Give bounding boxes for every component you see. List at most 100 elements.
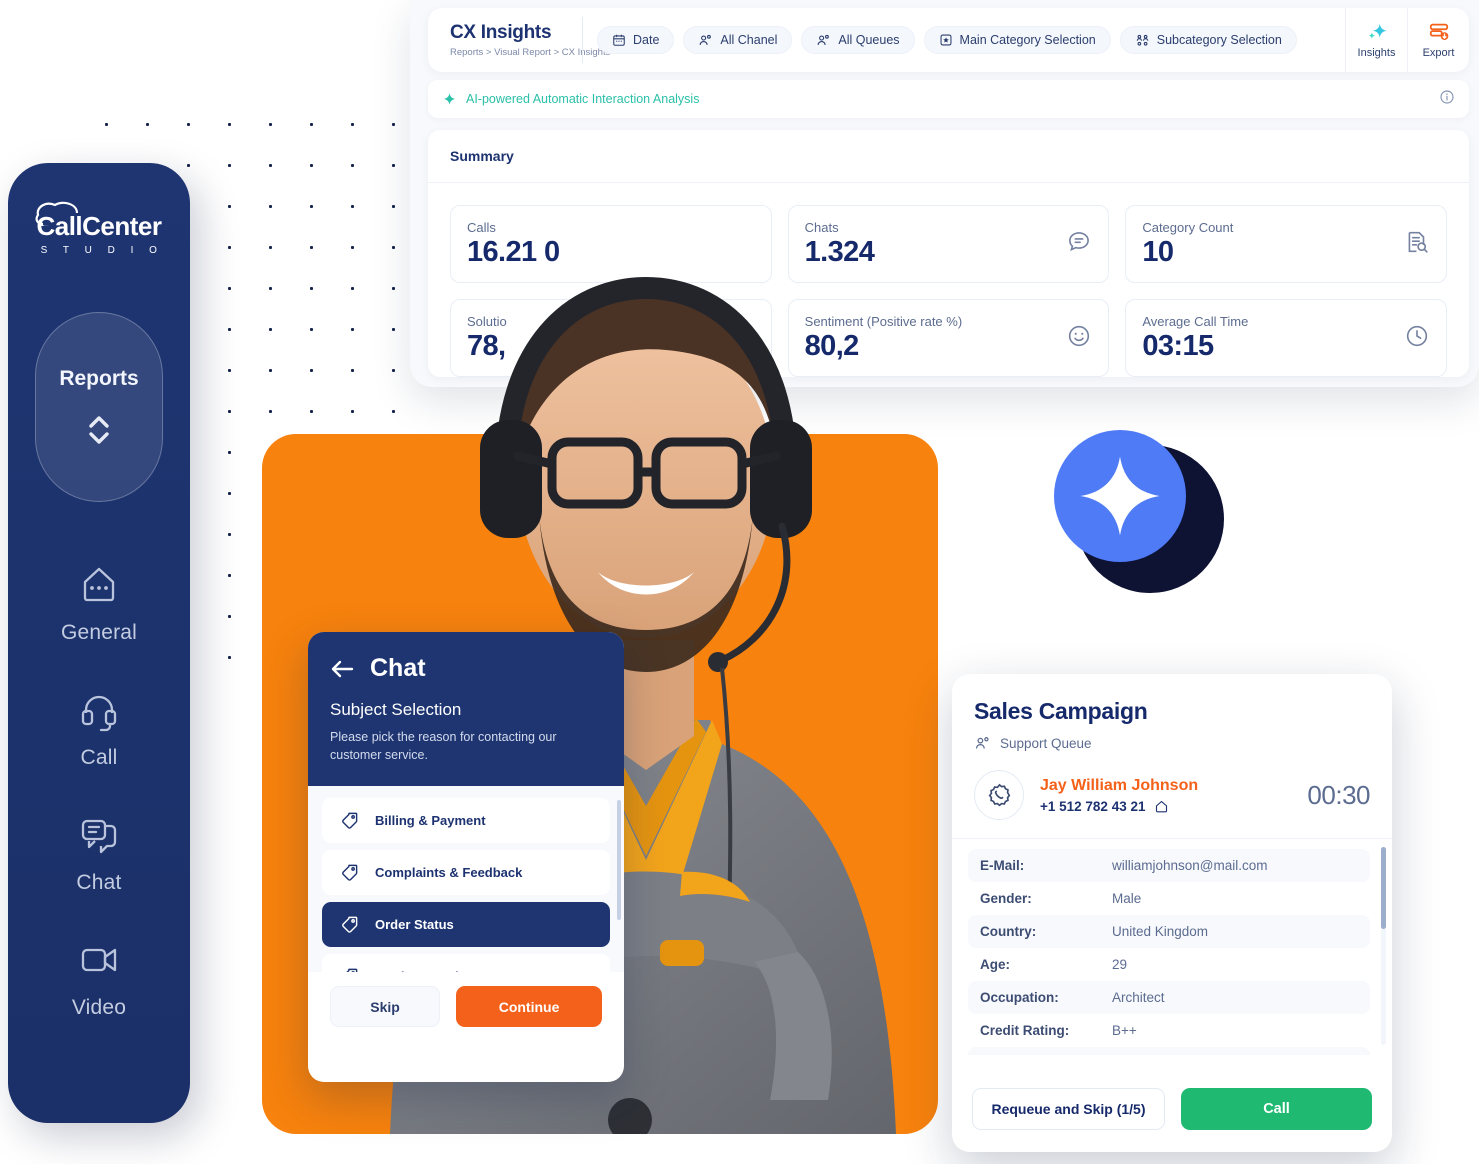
canvas: CX Insights Reports > Visual Report > CX… <box>0 0 1479 1164</box>
detail-value: B++ <box>1112 1023 1137 1038</box>
chat-description: Please pick the reason for contacting ou… <box>330 730 557 763</box>
document-search-icon <box>1404 229 1430 260</box>
chat-subject-label: Complaints & Feedback <box>375 865 523 881</box>
detail-value: Architect <box>1112 990 1165 1005</box>
chat-subject-list: Billing & Payment Complaints & Feedback … <box>308 786 624 973</box>
sales-campaign-panel: Sales Campaign Support Queue Jay William… <box>952 674 1392 1152</box>
sparkle-icon <box>443 92 456 105</box>
chat-subject-option[interactable]: Billing & Payment <box>322 798 610 844</box>
chat-subject-option-selected[interactable]: Order Status <box>322 902 610 948</box>
chat-header-row: Chat <box>330 654 602 683</box>
chat-subject-label: Billing & Payment <box>375 813 486 829</box>
clock-icon <box>1404 323 1430 354</box>
detail-key: Occupation: <box>980 990 1059 1005</box>
skip-button[interactable]: Skip <box>330 986 441 1028</box>
detail-scrollbar-thumb[interactable] <box>1381 847 1386 929</box>
caller-name: Jay William Johnson <box>1040 776 1199 794</box>
caller-phone: +1 512 782 43 21 <box>1040 798 1146 814</box>
sidebar-item-label: Call <box>80 746 118 769</box>
chat-widget-header: Chat Subject Selection Please pick the r… <box>308 632 624 787</box>
sidebar-nav: General Call Chat Video <box>8 562 190 1020</box>
detail-row: Country: United Kingdom <box>968 915 1370 948</box>
sidebar-item-general[interactable]: General <box>61 562 137 645</box>
chat-subtitle: Subject Selection <box>330 700 462 719</box>
detail-key: Credit Rating: <box>980 1023 1070 1038</box>
ai-sparkle-badge <box>1054 430 1224 610</box>
filter-chip-label: Main Category Selection <box>959 33 1096 47</box>
calendar-icon <box>613 34 625 46</box>
requeue-and-skip-button[interactable]: Requeue and Skip (1/5) <box>972 1088 1165 1130</box>
filter-chip-subcategory-selection[interactable]: Subcategory Selection <box>1119 26 1297 54</box>
export-label: Export <box>1422 47 1455 59</box>
ai-sparkle-icon <box>1080 456 1160 536</box>
insights-label: Insights <box>1357 47 1396 59</box>
header-actions: Insights Export <box>1345 8 1469 72</box>
chat-subject-option[interactable]: Product Inquiry <box>322 954 610 973</box>
left-sidebar: CallCenter S T U D I O Reports General C… <box>8 163 190 1123</box>
insights-button[interactable]: Insights <box>1345 8 1407 72</box>
chat-widget-footer: Skip Continue <box>308 972 624 1046</box>
sidebar-item-video[interactable]: Video <box>72 937 126 1020</box>
filter-chip-all-chanel[interactable]: All Chanel <box>683 26 793 54</box>
chevron-up-down-icon <box>89 416 109 444</box>
export-button[interactable]: Export <box>1407 8 1469 72</box>
export-download-icon <box>1429 23 1448 40</box>
queue-label: Support Queue <box>1000 736 1092 751</box>
queue-row: Support Queue <box>952 725 1392 752</box>
sparkles-icon <box>1368 23 1387 39</box>
filter-chip-label: Subcategory Selection <box>1156 33 1282 47</box>
sidebar-reports-selector[interactable]: Reports <box>35 312 163 502</box>
detail-value: Male <box>1112 891 1142 906</box>
kpi-value: 03:15 <box>1142 329 1214 362</box>
ai-analysis-banner: AI-powered Automatic Interaction Analysi… <box>428 80 1469 118</box>
filter-chip-group: Date All Chanel All Queues Main Category… <box>597 26 1345 54</box>
chat-list-scrollbar[interactable] <box>617 800 621 921</box>
tag-icon <box>346 968 358 973</box>
users-icon <box>700 34 712 45</box>
tag-icon <box>342 812 358 829</box>
filter-chip-label: All Chanel <box>720 33 778 47</box>
kpi-card-category-count: Category Count 10 <box>1125 205 1447 283</box>
sidebar-item-chat[interactable]: Chat <box>76 812 122 895</box>
filter-chip-date[interactable]: Date <box>597 26 675 54</box>
filter-chip-all-queues[interactable]: All Queues <box>801 26 915 54</box>
detail-key: Country: <box>980 924 1037 939</box>
kpi-label: Average Call Time <box>1142 313 1249 329</box>
page-title: CX Insights <box>450 22 552 43</box>
caller-row: Jay William Johnson +1 512 782 43 21 00:… <box>952 752 1392 820</box>
filter-chip-main-category-selection[interactable]: Main Category Selection <box>923 26 1111 54</box>
logo-main-text: CallCenter <box>36 201 162 242</box>
call-timer: 00:30 <box>1307 779 1370 810</box>
home-icon <box>1156 800 1168 812</box>
home-dots-icon <box>83 567 115 602</box>
call-button[interactable]: Call <box>1181 1088 1372 1130</box>
app-logo: CallCenter S T U D I O <box>8 201 190 256</box>
breadcrumb: Reports > Visual Report > CX Insights <box>450 47 611 58</box>
chat-subject-option[interactable]: Complaints & Feedback <box>322 850 610 896</box>
continue-button[interactable]: Continue <box>456 986 602 1028</box>
sales-campaign-footer: Requeue and Skip (1/5) Call <box>952 1074 1392 1152</box>
tag-icon <box>342 916 358 933</box>
detail-key: E-Mail: <box>980 858 1025 873</box>
arrow-left-icon[interactable] <box>330 659 354 679</box>
dashboard-title-block: CX Insights Reports > Visual Report > CX… <box>428 22 611 58</box>
video-camera-icon <box>81 948 117 972</box>
headset-icon <box>81 695 117 732</box>
reports-label: Reports <box>59 367 139 390</box>
sidebar-item-call[interactable]: Call <box>76 687 122 770</box>
detail-value: williamjohnson@mail.com <box>1112 858 1268 873</box>
ai-banner-text: AI-powered Automatic Interaction Analysi… <box>466 92 700 106</box>
sidebar-item-label: Video <box>71 996 127 1019</box>
cloud-headset-icon <box>36 201 79 226</box>
chat-bubble-icon <box>1066 229 1092 260</box>
caller-phone-row: +1 512 782 43 21 <box>1040 799 1198 814</box>
info-icon[interactable] <box>1439 89 1455 110</box>
star-box-icon <box>940 34 952 46</box>
smiley-icon <box>1066 323 1092 354</box>
header-divider <box>582 17 583 63</box>
customer-detail-list: E-Mail: williamjohnson@mail.com Gender: … <box>952 839 1392 1055</box>
kpi-label: Category Count <box>1142 219 1234 235</box>
detail-row: Gender: Male <box>968 882 1370 915</box>
sidebar-item-label: Chat <box>76 871 122 894</box>
tag-icon <box>342 864 358 881</box>
